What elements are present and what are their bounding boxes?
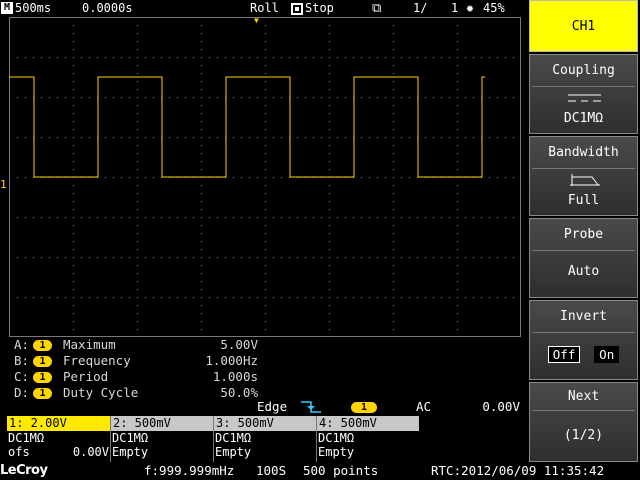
acquisition-count: 1 bbox=[451, 1, 459, 15]
channel-coupling: DC1MΩ bbox=[318, 431, 355, 445]
page-indicator: 1/ bbox=[413, 1, 428, 15]
delay-readout: 0.0000s bbox=[82, 1, 133, 15]
channel-state-label: Empty bbox=[318, 445, 355, 459]
trigger-coupling: AC bbox=[416, 399, 432, 414]
measurement-row: C: 1 Period 1.000s bbox=[14, 369, 264, 385]
next-page-value: (1/2) bbox=[563, 428, 604, 443]
brand-logo: LeCroy bbox=[0, 463, 48, 478]
trigger-source-badge: 1 bbox=[351, 402, 377, 413]
channel-state-label: Empty bbox=[112, 445, 149, 459]
brightness-sun-icon: ✹ bbox=[466, 1, 474, 16]
coupling-label: Coupling bbox=[552, 63, 615, 78]
channel-coupling: DC1MΩ bbox=[112, 431, 149, 445]
channel-scale: 2: 500mV bbox=[111, 416, 213, 431]
bottom-status-bar: LeCroy f:999.999mHz 100S 500 points RTC:… bbox=[0, 462, 640, 480]
channel-1-box[interactable]: 1: 2.00V DC1MΩ ofs 0.00V bbox=[7, 416, 110, 462]
ch1-ground-marker[interactable]: 1 bbox=[0, 179, 7, 191]
menu-title: CH1 bbox=[571, 19, 596, 34]
channel-4-box[interactable]: 4: 500mV DC1MΩ Empty bbox=[316, 416, 419, 462]
next-label: Next bbox=[567, 389, 600, 404]
menu-separator bbox=[532, 250, 635, 251]
invert-button[interactable]: Invert Off On bbox=[529, 300, 638, 380]
coupling-button[interactable]: Coupling DC1MΩ bbox=[529, 54, 638, 134]
ch1-waveform-trace bbox=[9, 76, 485, 178]
channel-scale: 3: 500mV bbox=[214, 416, 316, 431]
channel-badge: 1 bbox=[33, 356, 52, 367]
frequency-counter: f:999.999mHz bbox=[144, 463, 235, 478]
invert-label: Invert bbox=[560, 309, 607, 324]
menu-separator bbox=[532, 168, 635, 169]
channel-state: Empty bbox=[214, 445, 316, 459]
channel-scale: 1: 2.00V bbox=[7, 416, 110, 431]
trigger-position-marker: ▼ bbox=[254, 16, 259, 25]
measurement-key: C: bbox=[14, 369, 30, 384]
record-length: 500 points bbox=[303, 463, 379, 478]
invert-off-option[interactable]: Off bbox=[547, 346, 581, 363]
invert-on-option[interactable]: On bbox=[594, 346, 620, 363]
bandwidth-button[interactable]: Bandwidth Full bbox=[529, 136, 638, 216]
horizontal-mode-icon: M bbox=[1, 2, 13, 14]
soft-menu: CH1 Coupling DC1MΩ Bandwidth Full Probe … bbox=[527, 0, 640, 462]
channel-badge: 1 bbox=[33, 372, 52, 383]
menu-separator bbox=[532, 86, 635, 87]
measurement-name: Period bbox=[63, 369, 109, 384]
channel-state-label: Empty bbox=[215, 445, 252, 459]
timebase-readout: 500ms bbox=[15, 1, 52, 15]
channel-state: Empty bbox=[111, 445, 213, 459]
bandwidth-label: Bandwidth bbox=[548, 145, 619, 160]
menu-separator bbox=[532, 332, 635, 333]
measurement-name: Frequency bbox=[63, 353, 131, 368]
invert-toggle[interactable]: Off On bbox=[530, 346, 637, 363]
channel-offset-label: ofs bbox=[8, 445, 30, 459]
run-status: Stop bbox=[305, 1, 334, 15]
measurements-panel: A: 1 Maximum 5.00V B: 1 Frequency 1.000H… bbox=[14, 337, 264, 401]
measurement-key: A: bbox=[14, 337, 30, 352]
coupling-value: DC1MΩ bbox=[563, 111, 604, 126]
channel-coupling: DC1MΩ bbox=[215, 431, 252, 445]
status-bar: M 500ms 0.0000s Roll Stop ⧉ 1/ 1 ✹ 45% bbox=[0, 0, 527, 17]
measurement-name: Maximum bbox=[63, 337, 116, 352]
falling-edge-icon bbox=[301, 401, 321, 413]
channel-offset-value: 0.00V bbox=[72, 445, 109, 459]
channel-2-box[interactable]: 2: 500mV DC1MΩ Empty bbox=[110, 416, 213, 462]
trigger-info: Edge 1 AC 0.00V bbox=[0, 399, 527, 415]
channel-3-box[interactable]: 3: 500mV DC1MΩ Empty bbox=[213, 416, 316, 462]
next-page-button[interactable]: Next (1/2) bbox=[529, 382, 638, 462]
probe-label: Probe bbox=[563, 227, 604, 242]
channel-badge: 1 bbox=[33, 340, 52, 351]
measurement-row: B: 1 Frequency 1.000Hz bbox=[14, 353, 264, 369]
channel-coupling: DC1MΩ bbox=[8, 431, 45, 445]
measurement-value: 1.000Hz bbox=[205, 353, 258, 368]
waveform-display: M 500ms 0.0000s Roll Stop ⧉ 1/ 1 ✹ 45% ▼… bbox=[0, 0, 527, 480]
trigger-level: 0.00V bbox=[482, 399, 520, 414]
probe-button[interactable]: Probe Auto bbox=[529, 218, 638, 298]
measurement-key: B: bbox=[14, 353, 30, 368]
channel-scale: 4: 500mV bbox=[317, 416, 419, 431]
trigger-type: Edge bbox=[257, 399, 288, 414]
acquisition-mode: Roll bbox=[250, 1, 279, 15]
channel-badge: 1 bbox=[33, 388, 52, 399]
measurement-value: 5.00V bbox=[220, 337, 258, 352]
stop-square-icon bbox=[291, 3, 303, 15]
brightness-readout: 45% bbox=[483, 1, 505, 15]
sample-rate: 100S bbox=[256, 463, 287, 478]
channel-offset-row: ofs 0.00V bbox=[7, 445, 110, 459]
real-time-clock: RTC:2012/06/09 11:35:42 bbox=[431, 463, 605, 478]
menu-separator bbox=[532, 410, 635, 411]
graticule[interactable] bbox=[9, 17, 521, 337]
probe-value: Auto bbox=[567, 264, 600, 279]
dc-coupling-icon bbox=[568, 94, 601, 102]
layers-icon: ⧉ bbox=[372, 1, 382, 16]
menu-title-ch1: CH1 bbox=[529, 0, 638, 52]
bandwidth-value: Full bbox=[567, 193, 600, 208]
bandwidth-icon bbox=[570, 174, 600, 186]
measurement-row: A: 1 Maximum 5.00V bbox=[14, 337, 264, 353]
channel-state: Empty bbox=[317, 445, 419, 459]
measurement-value: 1.000s bbox=[212, 369, 258, 384]
